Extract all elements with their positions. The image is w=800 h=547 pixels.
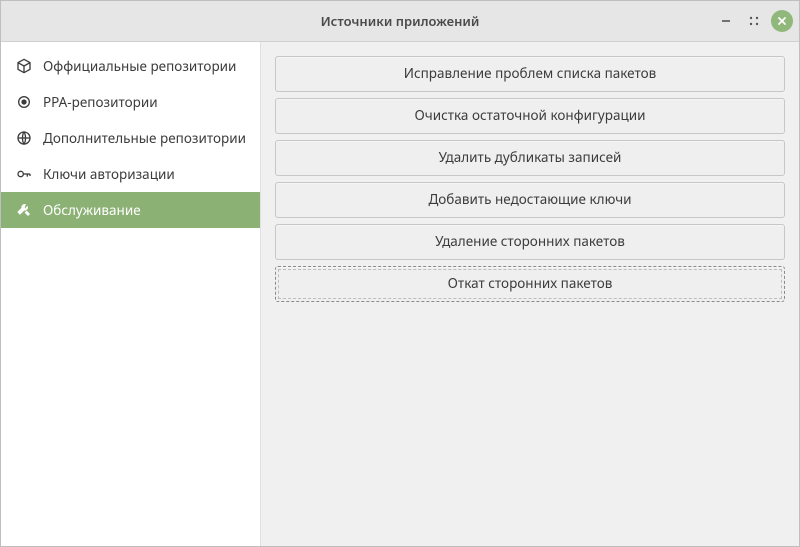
window: Источники приложений bbox=[0, 0, 800, 547]
sidebar-item-maintenance[interactable]: Обслуживание bbox=[1, 192, 260, 228]
purge-residual-button[interactable]: Очистка остаточной конфигурации bbox=[275, 98, 785, 134]
close-button[interactable] bbox=[771, 10, 793, 32]
sidebar-item-auth-keys[interactable]: Ключи авторизации bbox=[1, 156, 260, 192]
minimize-icon bbox=[721, 16, 731, 26]
globe-icon bbox=[15, 129, 33, 147]
window-controls bbox=[715, 1, 793, 41]
downgrade-foreign-button[interactable]: Откат сторонних пакетов bbox=[275, 266, 785, 302]
titlebar: Источники приложений bbox=[1, 1, 799, 42]
content-maintenance: Исправление проблем списка пакетов Очист… bbox=[261, 42, 799, 546]
key-icon bbox=[15, 165, 33, 183]
remove-foreign-button[interactable]: Удаление сторонних пакетов bbox=[275, 224, 785, 260]
maximize-icon bbox=[749, 16, 759, 26]
sidebar-item-ppa-repos[interactable]: PPA-репозитории bbox=[1, 84, 260, 120]
maximize-button[interactable] bbox=[743, 10, 765, 32]
window-title: Источники приложений bbox=[1, 12, 799, 30]
sidebar-item-label: Ключи авторизации bbox=[43, 165, 175, 183]
sidebar-item-label: Оффициальные репозитории bbox=[43, 57, 236, 75]
body: Оффициальные репозитории PPA-репозитории bbox=[1, 42, 799, 546]
add-missing-keys-button[interactable]: Добавить недостающие ключи bbox=[275, 182, 785, 218]
sidebar: Оффициальные репозитории PPA-репозитории bbox=[1, 42, 261, 546]
minimize-button[interactable] bbox=[715, 10, 737, 32]
sidebar-item-label: PPA-репозитории bbox=[43, 93, 158, 111]
remove-duplicates-button[interactable]: Удалить дубликаты записей bbox=[275, 140, 785, 176]
close-icon bbox=[777, 16, 787, 26]
tools-icon bbox=[15, 201, 33, 219]
sidebar-item-official-repos[interactable]: Оффициальные репозитории bbox=[1, 48, 260, 84]
sidebar-item-label: Дополнительные репозитории bbox=[43, 129, 246, 147]
record-icon bbox=[15, 93, 33, 111]
fix-package-list-button[interactable]: Исправление проблем списка пакетов bbox=[275, 56, 785, 92]
sidebar-item-label: Обслуживание bbox=[43, 201, 141, 219]
box-icon bbox=[15, 57, 33, 75]
sidebar-item-additional-repos[interactable]: Дополнительные репозитории bbox=[1, 120, 260, 156]
